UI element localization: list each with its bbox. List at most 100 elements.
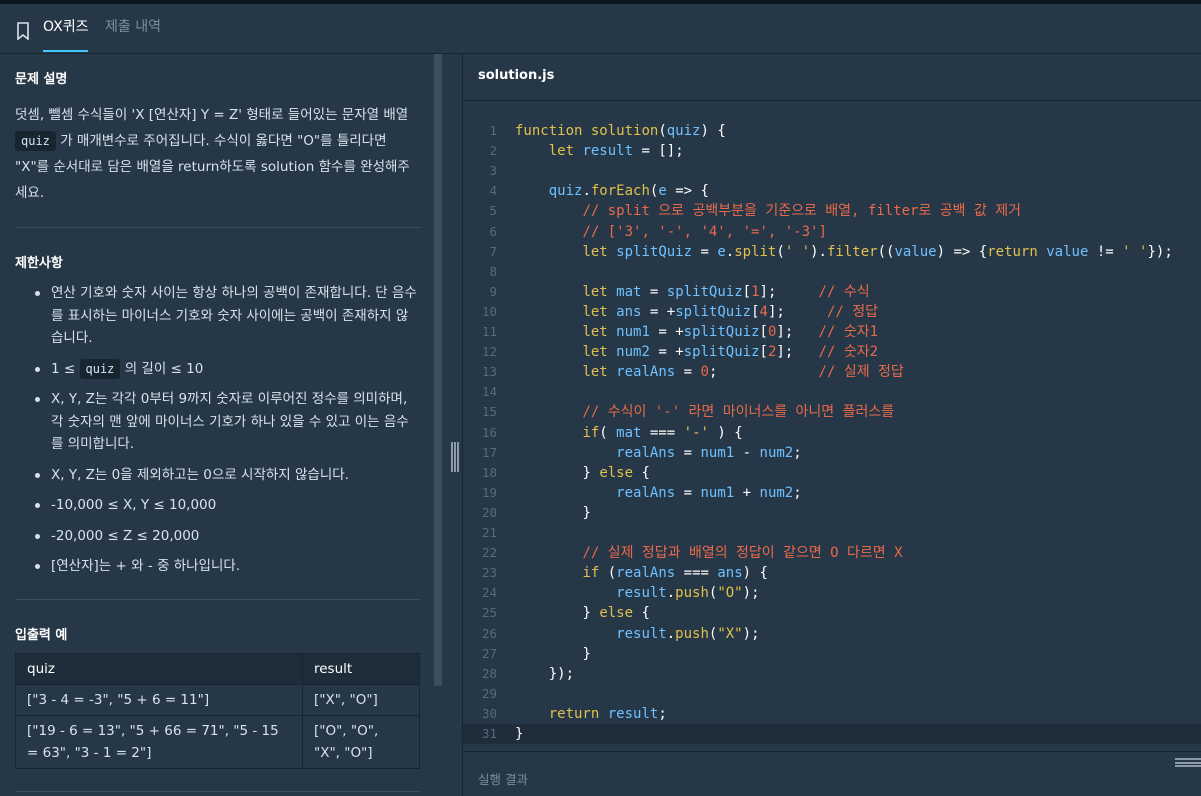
code-line[interactable]: 4 quiz.forEach(e => { bbox=[463, 181, 1201, 201]
limit-item: -10,000 ≤ X, Y ≤ 10,000 bbox=[15, 494, 420, 517]
line-number: 8 bbox=[489, 263, 497, 279]
code-line[interactable]: 23 if (realAns === ans) { bbox=[463, 563, 1201, 583]
code-text[interactable]: let num2 = +splitQuiz[2]; // 숫자2 bbox=[515, 342, 878, 362]
code-text[interactable]: } bbox=[515, 724, 523, 744]
table-cell: ["O", "O", "X", "O"] bbox=[302, 715, 420, 769]
code-line[interactable]: 7 let splitQuiz = e.split(' ').filter((v… bbox=[463, 242, 1201, 262]
code-line[interactable]: 14 bbox=[463, 382, 1201, 402]
code-line[interactable]: 2 let result = []; bbox=[463, 141, 1201, 161]
line-number: 27 bbox=[481, 645, 497, 661]
code-line[interactable]: 20 } bbox=[463, 503, 1201, 523]
line-number: 6 bbox=[489, 223, 497, 239]
code-text[interactable]: let mat = splitQuiz[1]; // 수식 bbox=[515, 282, 869, 302]
inline-code: quiz bbox=[79, 358, 121, 379]
code-text[interactable]: // ['3', '-', '4', '=', '-3'] bbox=[515, 222, 826, 242]
code-text[interactable]: } else { bbox=[515, 603, 649, 623]
tab-submissions[interactable]: 제출 내역 bbox=[105, 16, 161, 52]
code-line[interactable]: 16 if( mat === '-' ) { bbox=[463, 423, 1201, 443]
resize-handle-icon[interactable] bbox=[1175, 758, 1201, 767]
limit-item: 연산 기호와 숫자 사이는 항상 하나의 공백이 존재합니다. 단 음수를 표시… bbox=[15, 282, 420, 350]
code-line[interactable]: 25 } else { bbox=[463, 603, 1201, 623]
problem-line-1: 덧셈, 뺄셈 수식들이 'X [연산자] Y = Z' 형태로 들어있는 문자열… bbox=[15, 107, 409, 123]
code-text[interactable]: } bbox=[515, 644, 590, 664]
code-line[interactable]: 11 let num1 = +splitQuiz[0]; // 숫자1 bbox=[463, 322, 1201, 342]
code-line[interactable]: 30 return result; bbox=[463, 704, 1201, 724]
code-text[interactable]: if( mat === '-' ) { bbox=[515, 423, 742, 443]
code-line[interactable]: 3 bbox=[463, 161, 1201, 181]
code-line[interactable]: 22 // 실제 정답과 배열의 정답이 같으면 O 다르면 X bbox=[463, 543, 1201, 563]
code-line[interactable]: 9 let mat = splitQuiz[1]; // 수식 bbox=[463, 282, 1201, 302]
limit-item: [연산자]는 + 와 - 중 하나입니다. bbox=[15, 555, 420, 578]
line-number: 29 bbox=[481, 685, 497, 701]
code-line[interactable]: 26 result.push("X"); bbox=[463, 624, 1201, 644]
limits-title: 제한사항 bbox=[15, 256, 63, 271]
code-line[interactable]: 12 let num2 = +splitQuiz[2]; // 숫자2 bbox=[463, 342, 1201, 362]
line-number: 1 bbox=[489, 123, 497, 138]
inline-code: quiz bbox=[15, 131, 56, 151]
code-text[interactable]: // 수식이 '-' 라면 마이너스를 아니면 플러스를 bbox=[515, 402, 894, 422]
result-panel: 실행 결과 bbox=[463, 751, 1201, 796]
code-text[interactable]: } bbox=[515, 503, 590, 523]
line-number: 20 bbox=[481, 504, 497, 520]
line-number: 9 bbox=[489, 283, 497, 299]
code-text[interactable]: let result = []; bbox=[515, 141, 684, 161]
left-scrollbar[interactable] bbox=[434, 54, 442, 686]
limit-item: 1 ≤ quiz 의 길이 ≤ 10 bbox=[15, 358, 420, 381]
divider bbox=[15, 599, 420, 600]
code-text[interactable]: // split 으로 공백부분을 기준으로 배열, filter로 공백 값 … bbox=[515, 201, 1021, 221]
line-number: 26 bbox=[481, 625, 497, 641]
line-number: 4 bbox=[489, 183, 497, 199]
code-line[interactable]: 19 realAns = num1 + num2; bbox=[463, 483, 1201, 503]
line-number: 2 bbox=[489, 143, 497, 159]
table-row: ["3 - 4 = -3", "5 + 6 = 11"] ["X", "O"] bbox=[15, 684, 420, 716]
line-number: 7 bbox=[489, 243, 497, 259]
code-text[interactable]: let ans = +splitQuiz[4]; // 정답 bbox=[515, 302, 878, 322]
code-editor[interactable]: 1 function solution(quiz) {2 let result =… bbox=[463, 101, 1201, 751]
code-text[interactable]: result.push("O"); bbox=[515, 583, 759, 603]
table-header-row: quiz result bbox=[15, 653, 420, 685]
file-name: solution.js bbox=[478, 68, 555, 83]
tab-ox-quiz[interactable]: OX퀴즈 bbox=[43, 16, 89, 52]
line-number: 10 bbox=[481, 303, 497, 319]
code-text[interactable]: quiz.forEach(e => { bbox=[515, 181, 709, 201]
code-line[interactable]: 29 bbox=[463, 684, 1201, 704]
code-text[interactable]: let splitQuiz = e.split(' ').filter((val… bbox=[515, 242, 1172, 262]
code-line[interactable]: 13 let realAns = 0; // 실제 정답 bbox=[463, 362, 1201, 382]
line-number: 21 bbox=[481, 525, 497, 540]
code-line[interactable]: 27 } bbox=[463, 644, 1201, 664]
top-bar: OX퀴즈 제출 내역 bbox=[0, 0, 1201, 54]
problem-title: 문제 설명 bbox=[15, 72, 68, 87]
line-number: 23 bbox=[481, 565, 497, 581]
line-number: 13 bbox=[481, 364, 497, 380]
table-row: ["19 - 6 = 13", "5 + 66 = 71", "5 - 15 =… bbox=[15, 715, 420, 769]
bookmark-icon bbox=[17, 22, 29, 40]
code-line[interactable]: 28 }); bbox=[463, 664, 1201, 684]
problem-line-4: 세요. bbox=[15, 185, 45, 201]
code-text[interactable]: realAns = num1 + num2; bbox=[515, 483, 802, 503]
code-line[interactable]: 5 // split 으로 공백부분을 기준으로 배열, filter로 공백 … bbox=[463, 201, 1201, 221]
panel-splitter[interactable] bbox=[442, 54, 463, 796]
code-text[interactable]: return result; bbox=[515, 704, 667, 724]
code-line[interactable]: 31} bbox=[463, 724, 1201, 744]
code-line[interactable]: 17 realAns = num1 - num2; bbox=[463, 443, 1201, 463]
code-line[interactable]: 10 let ans = +splitQuiz[4]; // 정답 bbox=[463, 302, 1201, 322]
code-text[interactable]: result.push("X"); bbox=[515, 624, 759, 644]
code-text[interactable]: }); bbox=[515, 664, 574, 684]
problem-line-2: quiz 가 매개변수로 주어집니다. 수식이 옳다면 "O"를 틀리다면 bbox=[15, 128, 425, 154]
code-text[interactable]: realAns = num1 - num2; bbox=[515, 443, 802, 463]
resize-handle-icon[interactable] bbox=[451, 442, 459, 472]
code-line[interactable]: 15 // 수식이 '-' 라면 마이너스를 아니면 플러스를 bbox=[463, 402, 1201, 422]
code-text[interactable]: } else { bbox=[515, 463, 649, 483]
code-text[interactable]: function solution(quiz) { bbox=[515, 121, 726, 141]
code-text[interactable]: let num1 = +splitQuiz[0]; // 숫자1 bbox=[515, 322, 878, 342]
code-line[interactable]: 21 bbox=[463, 523, 1201, 543]
line-number: 19 bbox=[481, 484, 497, 500]
code-text[interactable]: // 실제 정답과 배열의 정답이 같으면 O 다르면 X bbox=[515, 543, 902, 563]
code-text[interactable]: let realAns = 0; // 실제 정답 bbox=[515, 362, 903, 382]
code-line[interactable]: 18 } else { bbox=[463, 463, 1201, 483]
code-line[interactable]: 6 // ['3', '-', '4', '=', '-3'] bbox=[463, 222, 1201, 242]
code-line[interactable]: 24 result.push("O"); bbox=[463, 583, 1201, 603]
code-text[interactable]: if (realAns === ans) { bbox=[515, 563, 768, 583]
code-line[interactable]: 8 bbox=[463, 262, 1201, 282]
code-line[interactable]: 1 function solution(quiz) { bbox=[463, 121, 1201, 141]
